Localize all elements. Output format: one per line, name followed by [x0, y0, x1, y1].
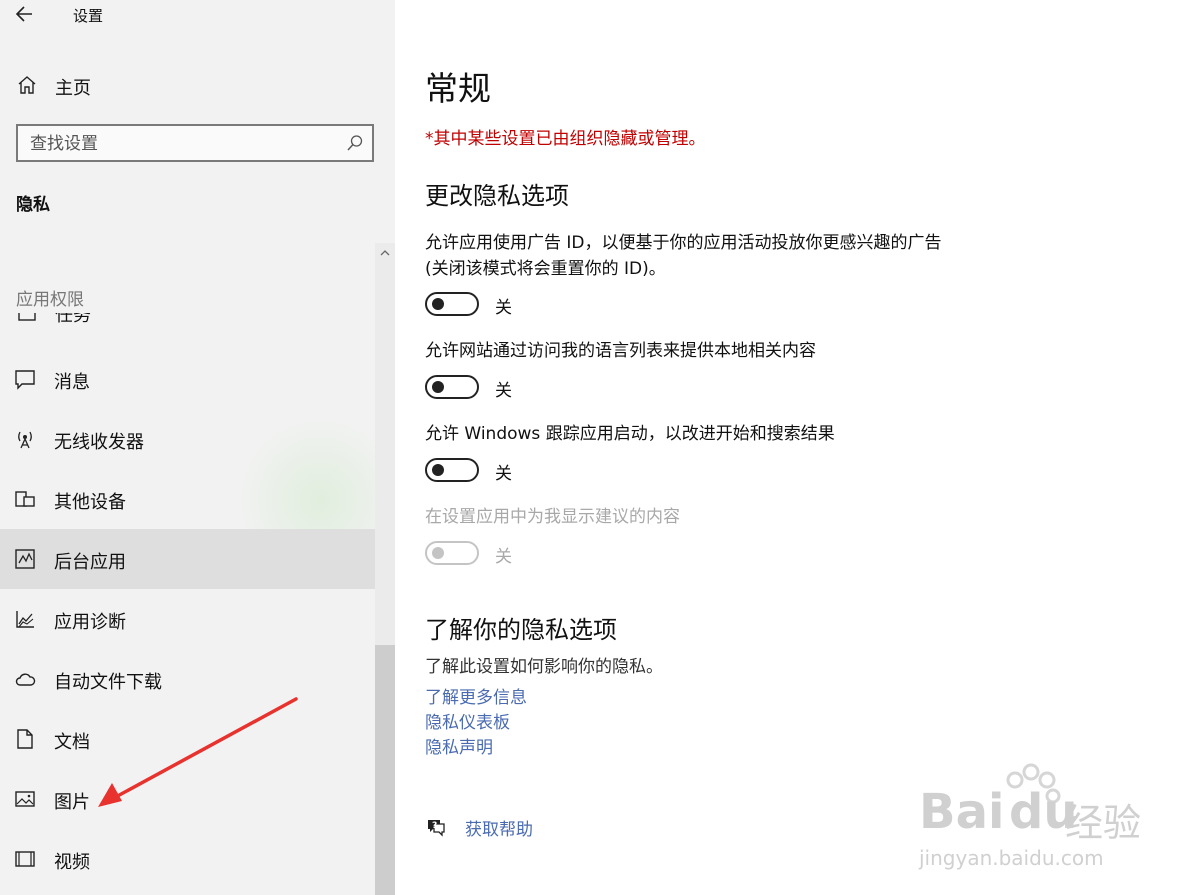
get-help-link[interactable]: ? 获取帮助 — [425, 814, 625, 842]
sidebar-item-background-apps[interactable]: 后台应用 — [0, 529, 375, 589]
chevron-up-icon — [380, 250, 390, 256]
scrollbar-thumb[interactable] — [375, 645, 395, 895]
home-icon — [16, 74, 38, 96]
setting-desc-line: 在设置应用中为我显示建议的内容 — [425, 507, 680, 527]
sidebar-item-label: 无线收发器 — [54, 432, 144, 453]
help-chat-icon: ? — [425, 816, 447, 838]
link-learn-more[interactable]: 了解更多信息 — [425, 683, 527, 708]
link-privacy-dashboard[interactable]: 隐私仪表板 — [425, 708, 510, 733]
sidebar-item-other-devices[interactable]: 其他设备 — [0, 469, 375, 529]
sidebar-item-tasks[interactable]: 任务 — [0, 313, 375, 329]
message-icon — [14, 368, 36, 390]
toggle-app-launch-tracking[interactable]: 关 — [425, 458, 625, 484]
toggle-language-list[interactable]: 关 — [425, 375, 625, 401]
back-button[interactable] — [12, 2, 38, 26]
sidebar-item-home[interactable]: 主页 — [0, 65, 395, 105]
sidebar-item-label: 自动文件下载 — [54, 672, 162, 693]
toggle-state-label: 关 — [495, 464, 512, 484]
watermark-url: jingyan.baidu.com — [919, 846, 1104, 870]
search-icon[interactable] — [346, 134, 364, 152]
sidebar-item-label: 后台应用 — [54, 552, 126, 573]
setting-app-launch-tracking-desc: 允许 Windows 跟踪应用启动，以改进开始和搜索结果 — [425, 421, 1005, 447]
toggle-switch[interactable] — [425, 292, 479, 316]
sidebar-item-app-diagnostics[interactable]: 应用诊断 — [0, 589, 375, 649]
video-icon — [14, 848, 36, 870]
setting-suggested-content-desc: 在设置应用中为我显示建议的内容 — [425, 504, 1005, 530]
learn-privacy-desc: 了解此设置如何影响你的隐私。 — [425, 657, 663, 677]
svg-text:?: ? — [432, 821, 437, 831]
section-title: 隐私 — [16, 195, 50, 215]
sidebar: 设置 主页 隐私 应用权限 任务 消息 无线收发器 — [0, 0, 395, 895]
tasks-icon — [16, 313, 38, 323]
sidebar-item-messaging[interactable]: 消息 — [0, 349, 375, 409]
sidebar-item-radios[interactable]: 无线收发器 — [0, 409, 375, 469]
toggle-suggested-content: 关 — [425, 541, 625, 567]
toggle-switch — [425, 541, 479, 565]
toggle-advertising-id[interactable]: 关 — [425, 292, 625, 318]
link-privacy-statement[interactable]: 隐私声明 — [425, 733, 493, 758]
document-icon — [14, 728, 36, 750]
baidu-jingyan-watermark: Bai du 经验 jingyan.baidu.com — [915, 760, 1145, 890]
get-help-label: 获取帮助 — [465, 820, 533, 840]
toggle-switch[interactable] — [425, 375, 479, 399]
toggle-knob — [432, 547, 444, 559]
diagnostics-icon — [14, 608, 36, 630]
page-title: 常规 — [425, 69, 491, 108]
back-arrow-icon — [15, 6, 32, 22]
change-privacy-heading: 更改隐私选项 — [425, 182, 569, 210]
sidebar-item-label: 其他设备 — [54, 492, 126, 513]
sidebar-item-videos[interactable]: 视频 — [0, 829, 375, 889]
setting-desc-line: 允许网站通过访问我的语言列表来提供本地相关内容 — [425, 341, 816, 361]
annotation-arrow — [98, 697, 298, 807]
devices-icon — [14, 488, 36, 510]
setting-advertising-id-desc: 允许应用使用广告 ID，以便基于你的应用活动投放你更感兴趣的广告 (关闭该模式将… — [425, 230, 1005, 282]
sidebar-item-label: 文档 — [54, 732, 90, 753]
picture-icon — [14, 788, 36, 810]
home-label: 主页 — [55, 78, 91, 99]
app-title: 设置 — [73, 7, 104, 25]
toggle-knob — [432, 464, 444, 476]
setting-desc-line: 允许应用使用广告 ID，以便基于你的应用活动投放你更感兴趣的广告 — [425, 233, 942, 253]
toggle-state-label: 关 — [495, 547, 512, 567]
cloud-icon — [14, 668, 36, 690]
toggle-knob — [432, 381, 444, 393]
toggle-state-label: 关 — [495, 381, 512, 401]
toggle-knob — [432, 298, 444, 310]
watermark-cn: 经验 — [1065, 801, 1142, 845]
toggle-switch[interactable] — [425, 458, 479, 482]
search-input[interactable] — [30, 132, 330, 156]
setting-desc-line: (关闭该模式将会重置你的 ID)。 — [425, 259, 666, 279]
scroll-up-button[interactable] — [378, 245, 392, 259]
sidebar-item-label: 任务 — [55, 313, 91, 326]
group-header: 应用权限 — [16, 290, 84, 310]
setting-language-list-desc: 允许网站通过访问我的语言列表来提供本地相关内容 — [425, 338, 1005, 364]
sidebar-item-label: 视频 — [54, 852, 90, 873]
toggle-state-label: 关 — [495, 298, 512, 318]
search-box[interactable] — [16, 124, 374, 162]
sidebar-item-label: 图片 — [54, 792, 90, 813]
radio-icon — [14, 428, 36, 450]
watermark-brand: Bai — [919, 784, 1005, 840]
background-apps-icon — [14, 548, 36, 570]
sidebar-item-label: 应用诊断 — [54, 612, 126, 633]
learn-privacy-heading: 了解你的隐私选项 — [425, 616, 617, 644]
sidebar-item-label: 消息 — [54, 372, 90, 393]
setting-desc-line: 允许 Windows 跟踪应用启动，以改进开始和搜索结果 — [425, 424, 835, 444]
managed-note: *其中某些设置已由组织隐藏或管理。 — [425, 129, 706, 149]
